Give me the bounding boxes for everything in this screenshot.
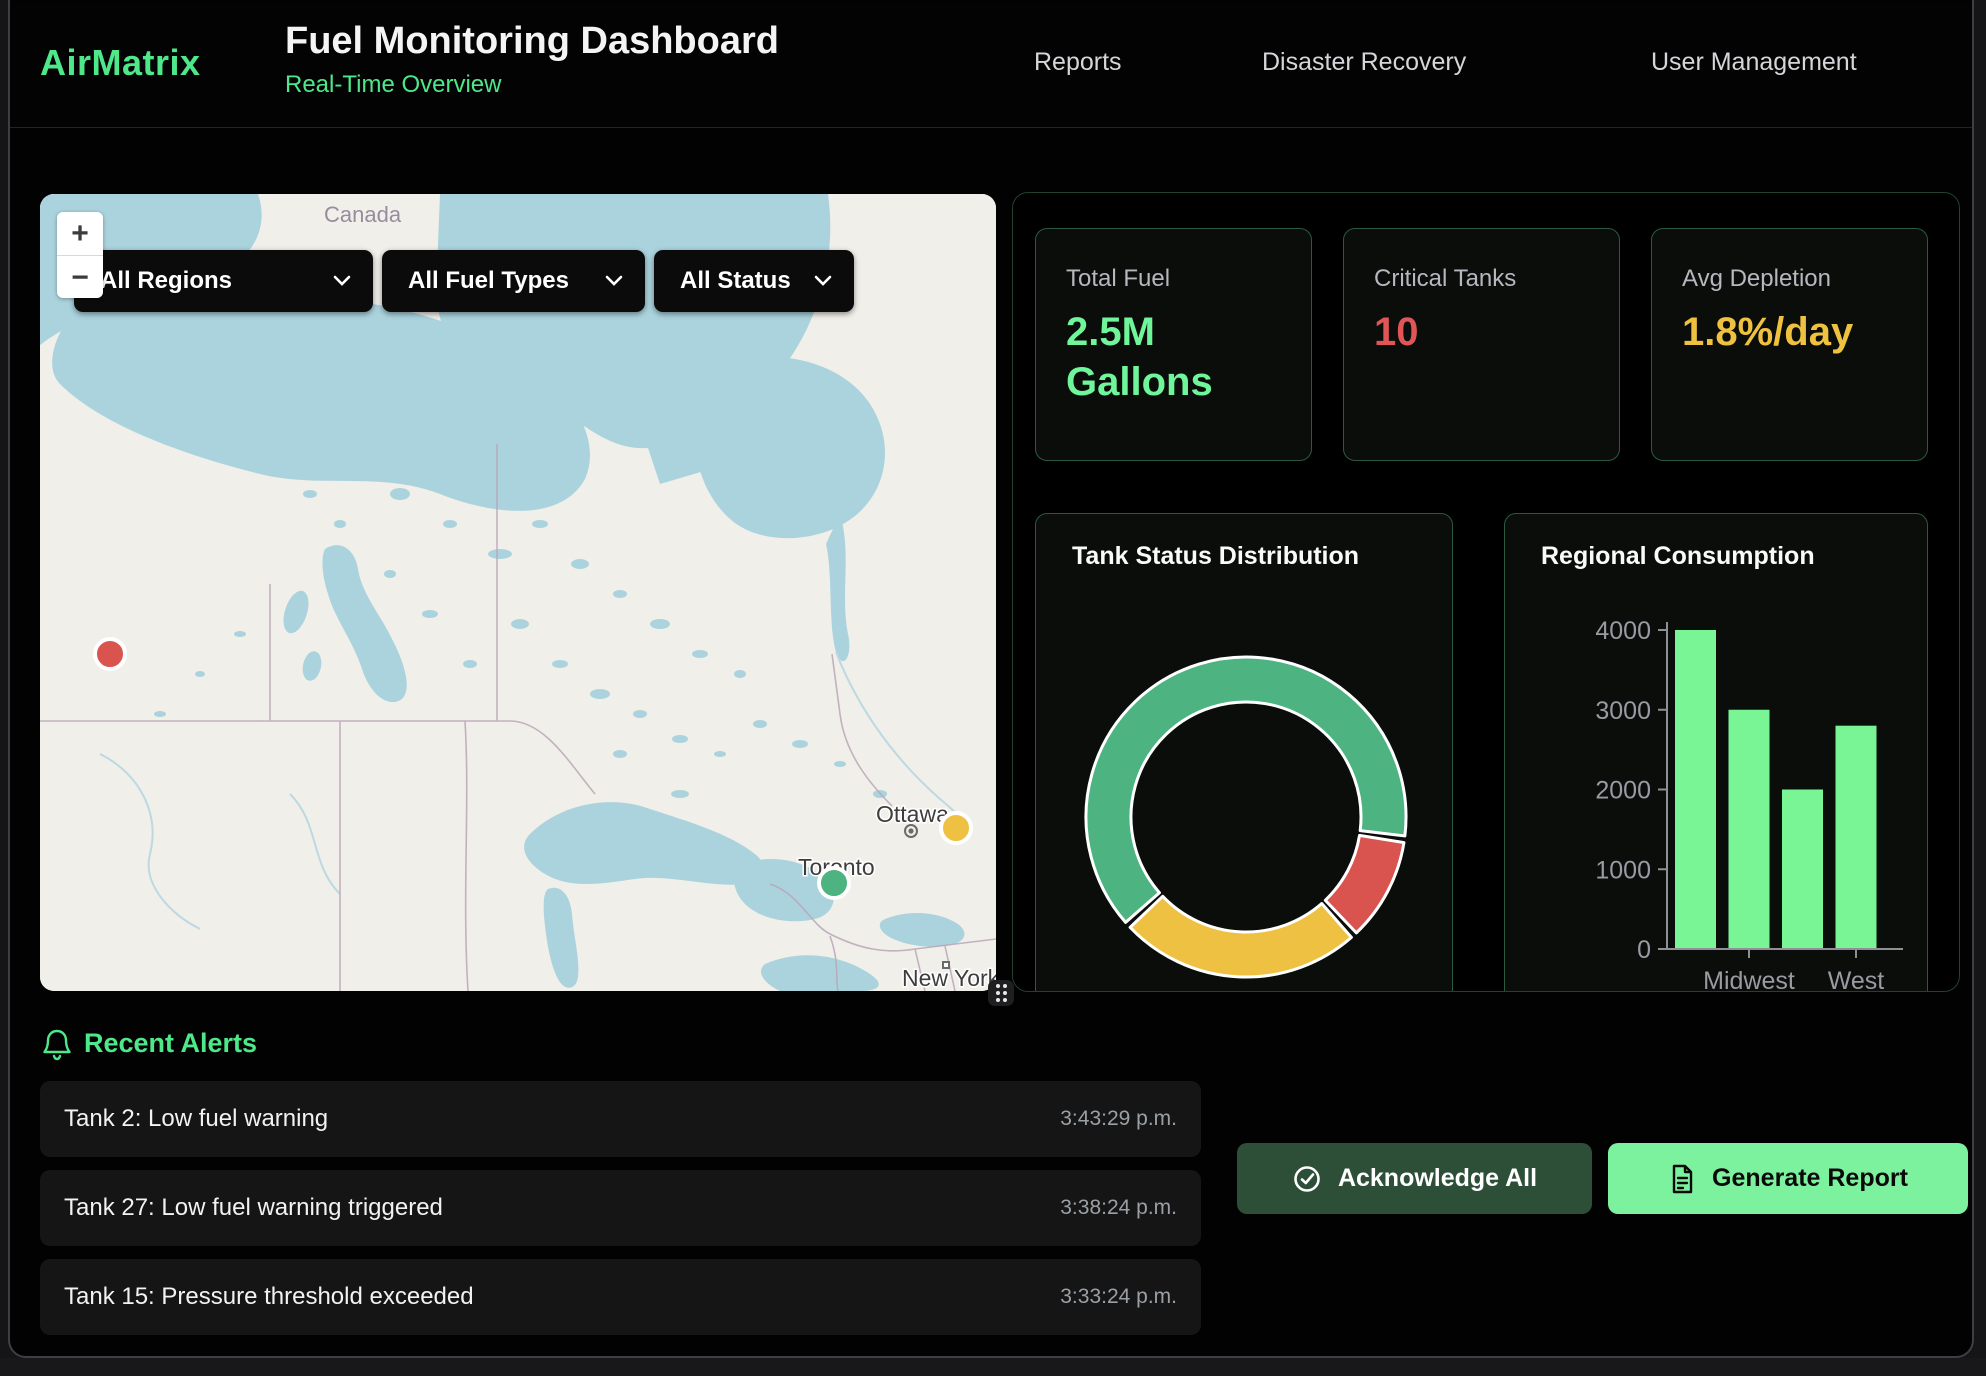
check-circle-icon bbox=[1292, 1164, 1322, 1194]
bar-chart[interactable]: 0 1000 2000 3000 4000 Midwest West bbox=[1505, 514, 1928, 992]
map-panel[interactable]: Canada Ottawa Toronto New York + − All R bbox=[40, 194, 996, 991]
chart-title: Tank Status Distribution bbox=[1072, 542, 1359, 571]
svg-text:4000: 4000 bbox=[1595, 617, 1651, 645]
map-label-ottawa: Ottawa bbox=[876, 801, 949, 827]
svg-text:Midwest: Midwest bbox=[1703, 967, 1795, 992]
chevron-down-icon bbox=[605, 275, 623, 287]
alert-time: 3:33:24 p.m. bbox=[1060, 1285, 1177, 1309]
fuel-type-filter-dropdown[interactable]: All Fuel Types bbox=[382, 250, 645, 312]
alert-row[interactable]: Tank 27: Low fuel warning triggered 3:38… bbox=[40, 1170, 1201, 1246]
chevron-down-icon bbox=[814, 275, 832, 287]
marker-normal[interactable] bbox=[819, 868, 849, 898]
acknowledge-all-button[interactable]: Acknowledge All bbox=[1237, 1143, 1592, 1214]
page-subtitle: Real-Time Overview bbox=[285, 71, 779, 99]
button-label: Generate Report bbox=[1712, 1164, 1908, 1193]
stat-label: Avg Depletion bbox=[1682, 265, 1897, 293]
document-icon bbox=[1668, 1164, 1696, 1194]
brand-logo[interactable]: AirMatrix bbox=[40, 42, 201, 84]
stat-value: 1.8%/day bbox=[1682, 307, 1867, 357]
marker-warning[interactable] bbox=[941, 813, 971, 843]
metrics-panel: Total Fuel 2.5M Gallons Critical Tanks 1… bbox=[1012, 192, 1960, 992]
page-title: Fuel Monitoring Dashboard bbox=[285, 20, 779, 63]
zoom-in-button[interactable]: + bbox=[57, 212, 103, 255]
nav-item-user-management[interactable]: User Management bbox=[1651, 48, 1857, 77]
bell-icon bbox=[42, 1028, 72, 1062]
chevron-down-icon bbox=[333, 275, 351, 287]
zoom-out-button[interactable]: − bbox=[57, 256, 103, 299]
alert-time: 3:38:24 p.m. bbox=[1060, 1196, 1177, 1220]
page-background-strip bbox=[0, 1358, 1986, 1376]
stat-value: 2.5M Gallons bbox=[1066, 307, 1251, 407]
status-filter-dropdown[interactable]: All Status bbox=[654, 250, 854, 312]
stat-card-total-fuel: Total Fuel 2.5M Gallons bbox=[1035, 228, 1312, 461]
alerts-heading: Recent Alerts bbox=[84, 1028, 257, 1059]
stat-label: Total Fuel bbox=[1066, 265, 1281, 293]
nav-item-disaster-recovery[interactable]: Disaster Recovery bbox=[1262, 48, 1466, 77]
alert-time: 3:43:29 p.m. bbox=[1060, 1107, 1177, 1131]
regional-consumption-chart-card: Regional Consumption 0 1000 2000 3000 4000 Mi… bbox=[1504, 513, 1928, 992]
stat-label: Critical Tanks bbox=[1374, 265, 1589, 293]
stat-value: 10 bbox=[1374, 307, 1559, 357]
donut-chart[interactable] bbox=[1036, 514, 1453, 992]
resize-grip-icon[interactable] bbox=[988, 980, 1014, 1006]
fuel-filter-value: All Fuel Types bbox=[408, 267, 569, 295]
chart-title: Regional Consumption bbox=[1541, 542, 1815, 571]
alert-message: Tank 2: Low fuel warning bbox=[64, 1105, 328, 1133]
map-canvas: Canada Ottawa Toronto New York bbox=[40, 194, 996, 991]
nav-item-reports[interactable]: Reports bbox=[1034, 48, 1122, 77]
generate-report-button[interactable]: Generate Report bbox=[1608, 1143, 1968, 1214]
right-edge bbox=[1976, 0, 1986, 1376]
app-window: AirMatrix Fuel Monitoring Dashboard Real… bbox=[8, 0, 1974, 1358]
region-filter-dropdown[interactable]: All Regions bbox=[74, 250, 373, 312]
svg-text:0: 0 bbox=[1637, 936, 1651, 964]
status-filter-value: All Status bbox=[680, 267, 791, 295]
title-block: Fuel Monitoring Dashboard Real-Time Over… bbox=[285, 20, 779, 99]
alert-message: Tank 15: Pressure threshold exceeded bbox=[64, 1283, 474, 1311]
map-label-canada: Canada bbox=[324, 202, 402, 227]
marker-critical[interactable] bbox=[95, 639, 125, 669]
map-zoom-control: + − bbox=[57, 212, 103, 298]
alert-row[interactable]: Tank 15: Pressure threshold exceeded 3:3… bbox=[40, 1259, 1201, 1335]
stat-card-critical-tanks: Critical Tanks 10 bbox=[1343, 228, 1620, 461]
alert-row[interactable]: Tank 2: Low fuel warning 3:43:29 p.m. bbox=[40, 1081, 1201, 1157]
svg-text:West: West bbox=[1828, 967, 1885, 992]
svg-text:2000: 2000 bbox=[1595, 777, 1651, 805]
header-bar: AirMatrix Fuel Monitoring Dashboard Real… bbox=[8, 2, 1974, 128]
svg-text:1000: 1000 bbox=[1595, 856, 1651, 884]
left-edge bbox=[0, 0, 8, 1376]
tank-status-chart-card: Tank Status Distribution bbox=[1035, 513, 1453, 992]
button-label: Acknowledge All bbox=[1338, 1164, 1537, 1193]
region-filter-value: All Regions bbox=[100, 267, 232, 295]
stat-card-avg-depletion: Avg Depletion 1.8%/day bbox=[1651, 228, 1928, 461]
svg-text:3000: 3000 bbox=[1595, 697, 1651, 725]
alert-message: Tank 27: Low fuel warning triggered bbox=[64, 1194, 443, 1222]
